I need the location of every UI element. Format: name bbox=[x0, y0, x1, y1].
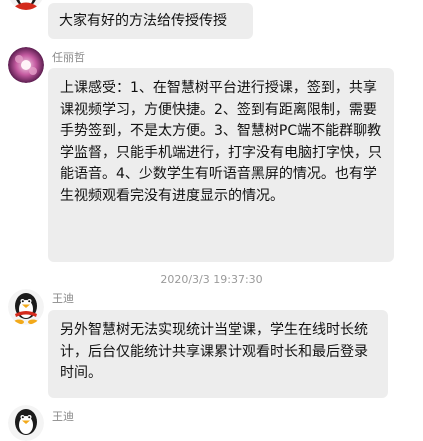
message-bubble: 大家有好的方法给传授传授 bbox=[48, 3, 253, 39]
penguin-avatar-icon bbox=[8, 289, 44, 325]
avatar-renlizhe[interactable] bbox=[8, 47, 44, 83]
timestamp: 2020/3/3 19:37:30 bbox=[160, 273, 263, 286]
flower-avatar-icon bbox=[8, 47, 44, 83]
avatar-wangdi-2[interactable] bbox=[8, 405, 44, 441]
message-bubble: 上课感受：1、在智慧树平台进行授课，签到，共享课视频学习，方便快捷。2、签到有距… bbox=[48, 68, 394, 262]
sender-name: 王迪 bbox=[52, 410, 74, 423]
avatar-top[interactable] bbox=[8, 0, 44, 10]
penguin-avatar-icon bbox=[9, 0, 43, 10]
avatar-wangdi[interactable] bbox=[8, 289, 44, 325]
sender-name: 王迪 bbox=[52, 292, 74, 305]
message-bubble: 另外智慧树无法实现统计当堂课，学生在线时长统计，后台仅能统计共享课累计观看时长和… bbox=[48, 310, 388, 398]
sender-name: 任丽哲 bbox=[52, 51, 85, 64]
message-text: 大家有好的方法给传授传授 bbox=[59, 13, 227, 29]
message-text: 另外智慧树无法实现统计当堂课，学生在线时长统计，后台仅能统计共享课累计观看时长和… bbox=[60, 322, 368, 381]
penguin-avatar-icon bbox=[8, 405, 44, 441]
message-text: 上课感受：1、在智慧树平台进行授课，签到，共享课视频学习，方便快捷。2、签到有距… bbox=[60, 80, 382, 204]
